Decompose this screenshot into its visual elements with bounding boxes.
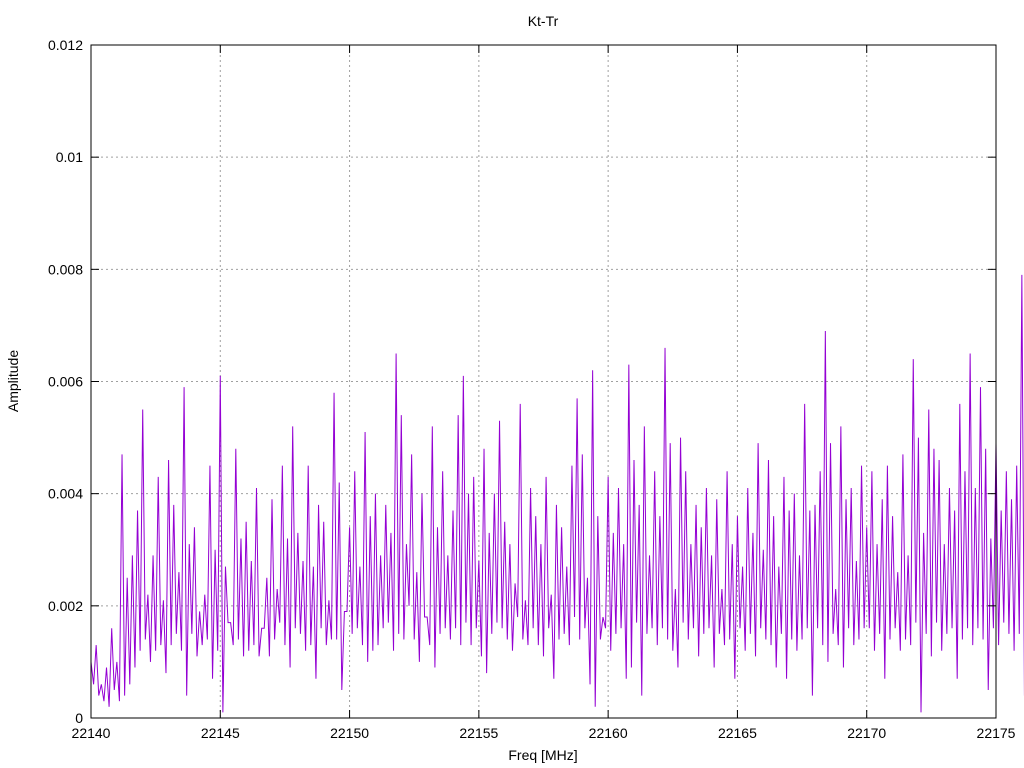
x-axis-label: Freq [MHz]	[508, 747, 577, 763]
y-axis-label: Amplitude	[5, 350, 21, 412]
x-tick-label: 22150	[330, 725, 369, 741]
y-tick-label: 0.006	[48, 374, 83, 390]
x-tick-labels: 22140 22145 22150 22155 22160 22165 22170 22175	[72, 725, 1016, 741]
x-tick-label: 22175	[977, 725, 1016, 741]
series-line	[90, 274, 1024, 713]
series-group	[90, 274, 1024, 713]
y-tick-labels: 0 0.002 0.004 0.006 0.008 0.01 0.012	[48, 37, 83, 726]
x-tick-label: 22165	[718, 725, 757, 741]
y-tick-label: 0.008	[48, 261, 83, 277]
chart: Kt-Tr 22140 22145 22150 22155 22160 22165 2217…	[5, 13, 1024, 763]
x-tick-label: 22155	[459, 725, 498, 741]
y-tick-label: 0.002	[48, 598, 83, 614]
chart-title: Kt-Tr	[528, 13, 559, 29]
x-tick-label: 22140	[72, 725, 111, 741]
y-tick-label: 0.004	[48, 486, 83, 502]
y-tick-label: 0.01	[56, 149, 83, 165]
x-tick-label: 22170	[847, 725, 886, 741]
y-tick-label: 0.012	[48, 37, 83, 53]
x-tick-label: 22145	[201, 725, 240, 741]
y-tick-label: 0	[75, 710, 83, 726]
x-tick-label: 22160	[589, 725, 628, 741]
grid	[91, 45, 996, 718]
